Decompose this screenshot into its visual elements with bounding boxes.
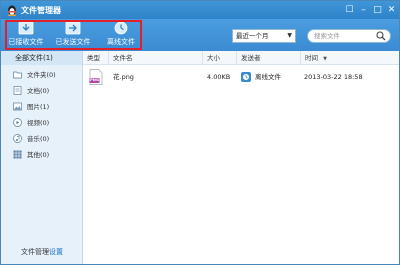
file-list: 类型 文件名 大小 发送者 时间 ▼ PNG 花.png 4.00KB 离线文件… [83,51,399,264]
column-header-time[interactable]: 时间 ▼ [301,51,399,65]
music-icon [13,134,22,143]
sender-label: 离线文件 [255,73,281,81]
time-filter-select[interactable]: 最近一个月 ▼ [232,29,296,43]
minimize-button[interactable]: – [357,4,370,16]
close-button[interactable]: ✕ [385,4,398,16]
qq-penguin-icon [8,5,16,16]
title-bar[interactable]: 文件管理器 ☐ – □ ✕ [1,1,399,19]
time-filter-value: 最近一个月 [236,32,269,40]
column-header-size[interactable]: 大小 [203,51,237,65]
file-sender-cell: 离线文件 [241,67,299,87]
folder-icon [13,71,22,79]
sent-files-label: 已发送文件 [55,38,91,46]
outbox-icon [65,21,81,35]
table-row[interactable]: PNG 花.png 4.00KB 离线文件 2013-03-22 18:58 [83,67,399,87]
other-icon [13,150,22,159]
column-header-name[interactable]: 文件名 [109,51,203,65]
column-header-sender[interactable]: 发送者 [237,51,301,65]
file-size-cell: 4.00KB [207,73,231,81]
maximize-button[interactable]: □ [371,4,384,16]
sidebar-item-label: 文件夹(0) [27,71,56,79]
sort-desc-icon: ▼ [323,56,327,62]
received-files-label: 已接收文件 [8,38,44,46]
file-manager-window: 文件管理器 ☐ – □ ✕ 已接收文件 已发送文件 离线文件 最近一个月 ▼ 搜… [0,0,400,265]
search-input[interactable]: 搜索文件 [307,29,391,43]
document-icon [13,86,22,95]
received-files-button[interactable]: 已接收文件 [7,21,45,49]
window-title: 文件管理器 [21,6,61,15]
sent-files-button[interactable]: 已发送文件 [53,21,93,49]
skin-icon[interactable]: ☐ [343,4,356,16]
chevron-down-icon: ▼ [287,32,292,39]
sidebar-item-label: 其他(0) [27,151,50,159]
offline-clock-icon [241,72,251,82]
offline-files-button[interactable]: 离线文件 [103,21,139,49]
inbox-icon [18,21,34,35]
sidebar: 全部文件(1) 文件夹(0) 文档(0) 图片(1) 视频(0) 音乐(0) 其… [1,51,83,264]
sidebar-item-all-files[interactable]: 全部文件(1) [1,51,82,65]
png-badge-text: PNG [90,77,100,82]
sidebar-item-label: 视频(0) [27,119,50,127]
search-placeholder: 搜索文件 [314,32,340,40]
offline-clock-icon [114,21,128,35]
image-icon [13,102,22,111]
file-type-cell: PNG [89,67,107,87]
file-manager-label: 文件管理 [21,248,49,256]
sidebar-item-label: 音乐(0) [27,135,50,143]
file-time-cell: 2013-03-22 18:58 [304,73,363,81]
sidebar-item-label: 文档(0) [27,87,50,95]
column-header-type[interactable]: 类型 [83,51,109,65]
table-header: 类型 文件名 大小 发送者 时间 ▼ [83,51,399,65]
settings-link[interactable]: 设置 [49,248,63,256]
file-name-cell[interactable]: 花.png [113,67,203,87]
sidebar-footer: 文件管理设置 [21,247,63,257]
video-icon [13,118,22,127]
sidebar-item-label: 图片(1) [27,103,50,111]
offline-files-label: 离线文件 [107,38,135,46]
search-icon[interactable] [376,31,386,41]
column-header-time-label: 时间 [305,54,318,62]
